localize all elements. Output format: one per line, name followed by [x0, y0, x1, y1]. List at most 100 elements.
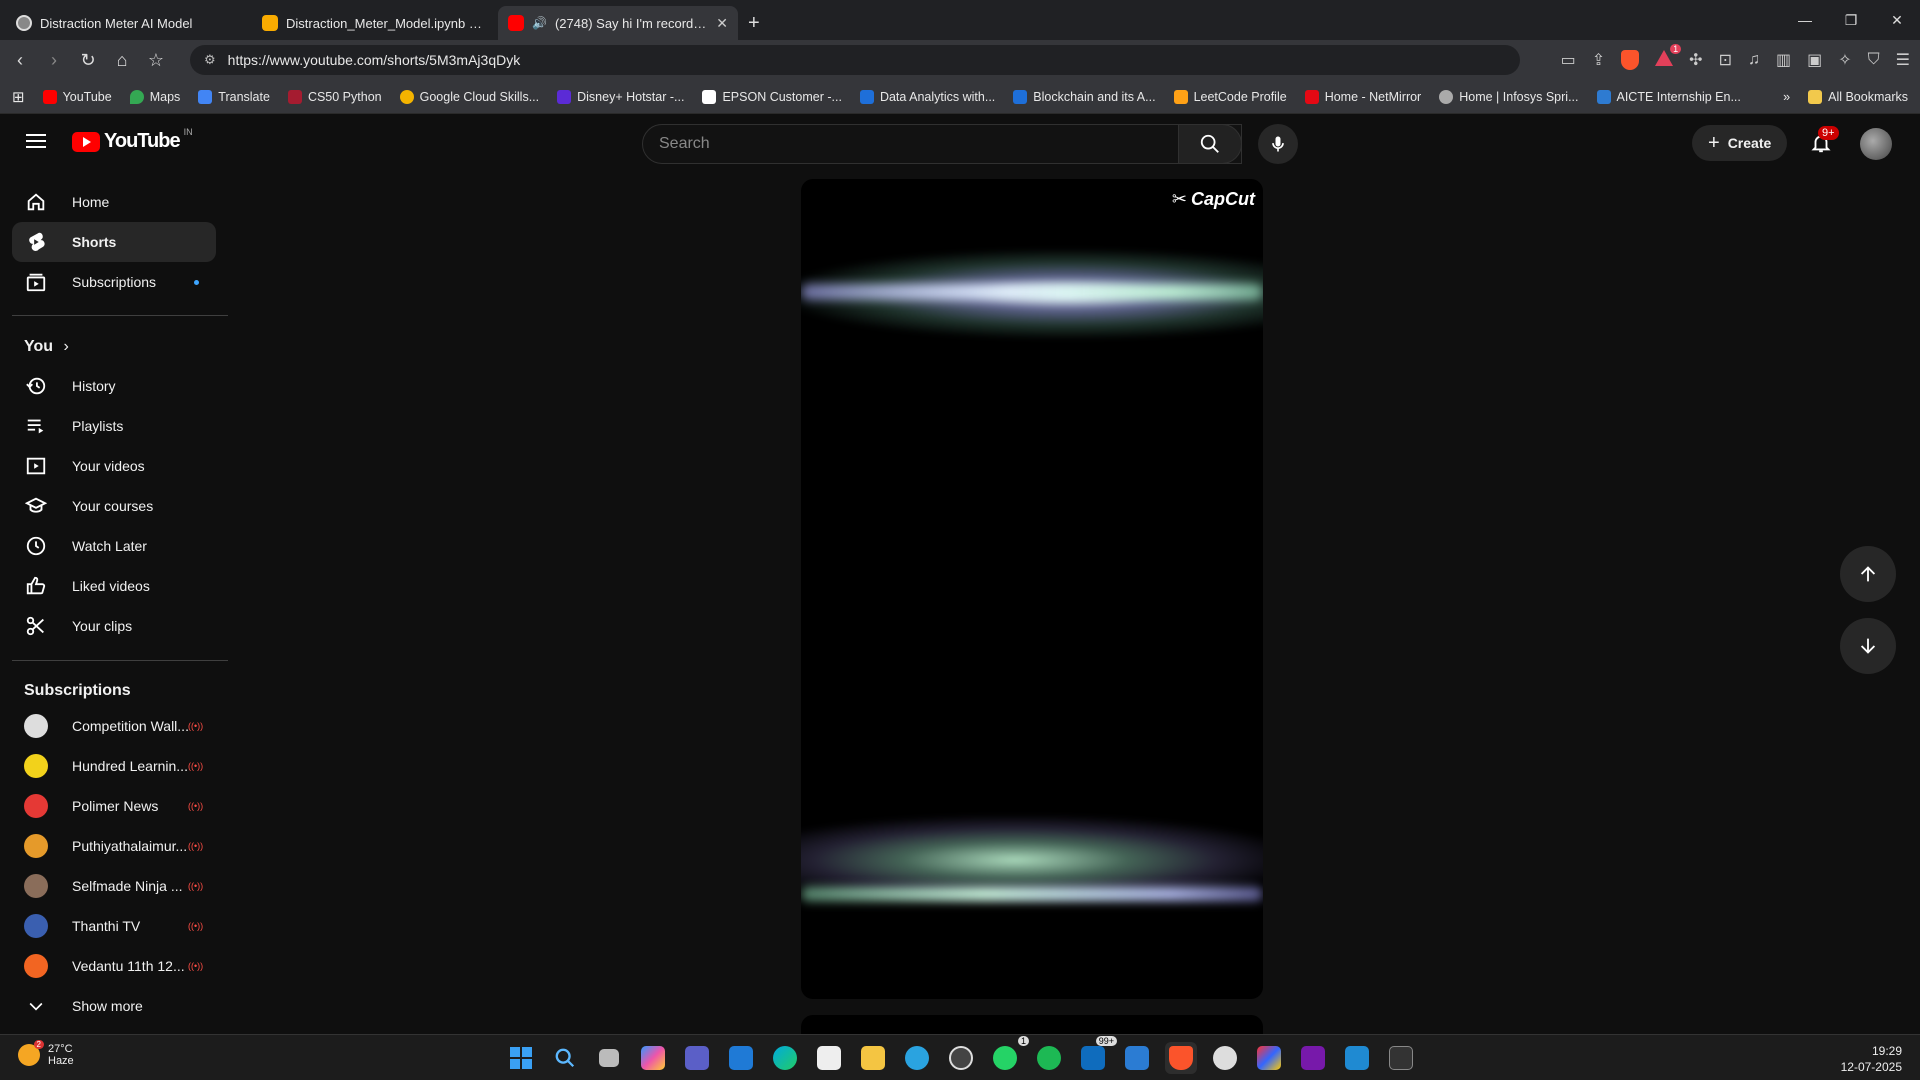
tab-colab[interactable]: Distraction_Meter_Model.ipynb - Col [252, 6, 492, 40]
share-icon[interactable]: ⇪ [1592, 50, 1605, 70]
microsoft-store[interactable] [813, 1042, 845, 1074]
bookmark-translate[interactable]: Translate [198, 89, 270, 104]
onenote[interactable] [1297, 1042, 1329, 1074]
forward-icon[interactable]: › [44, 50, 64, 71]
todo[interactable] [1121, 1042, 1153, 1074]
media-player[interactable] [945, 1042, 977, 1074]
sidebar-item-liked-videos[interactable]: Liked videos [12, 566, 216, 606]
speaker-icon[interactable]: 🔊 [532, 16, 547, 30]
all-bookmarks-button[interactable]: All Bookmarks [1808, 89, 1908, 104]
sidebar-item-your-clips[interactable]: Your clips [12, 606, 216, 646]
sidebar-item-subscriptions[interactable]: Subscriptions [12, 262, 216, 302]
search-button[interactable] [1178, 124, 1242, 164]
bookmark-youtube[interactable]: YouTube [42, 89, 112, 104]
new-tab-button[interactable]: + [748, 6, 760, 40]
clock-app[interactable] [1209, 1042, 1241, 1074]
wallet-icon[interactable]: ▣ [1807, 50, 1822, 70]
bookmark-netmirror[interactable]: Home - NetMirror [1304, 89, 1421, 104]
outlook[interactable]: 99+ [1077, 1036, 1117, 1074]
teams[interactable] [681, 1042, 713, 1074]
edge[interactable] [769, 1042, 801, 1074]
minimize-icon[interactable]: — [1782, 0, 1828, 40]
home-icon[interactable]: ⌂ [112, 50, 132, 71]
next-short-preview[interactable] [801, 1015, 1263, 1035]
subscription-channel[interactable]: Hundred Learnin... ((•)) [12, 746, 216, 786]
home-icon [24, 190, 48, 214]
close-tab-icon[interactable]: ✕ [716, 15, 728, 32]
terminal[interactable] [1385, 1042, 1417, 1074]
brave-browser[interactable] [1165, 1042, 1197, 1074]
subscription-channel[interactable]: Polimer News ((•)) [12, 786, 216, 826]
menu-icon[interactable]: ☰ [1896, 50, 1910, 70]
weather-widget[interactable]: 2 27°C Haze [18, 1040, 74, 1067]
screenshot-icon[interactable]: ⊡ [1719, 50, 1732, 70]
subscription-channel[interactable]: Competition Wall... ((•)) [12, 706, 216, 746]
system-clock[interactable]: 19:29 12-07-2025 [1841, 1043, 1902, 1075]
previous-short-button[interactable] [1840, 546, 1896, 602]
bookmark-maps[interactable]: Maps [129, 89, 180, 104]
extensions-icon[interactable]: ✣ [1689, 50, 1702, 70]
site-info-icon[interactable]: ⚙ [204, 52, 216, 68]
sidebar-item-playlists[interactable]: Playlists [12, 406, 216, 446]
vpn-icon[interactable]: ⛉ [1868, 51, 1880, 69]
sidebar-item-history[interactable]: History [12, 366, 216, 406]
sidebar-item-watch-later[interactable]: Watch Later [12, 526, 216, 566]
show-more-button[interactable]: Show more [12, 986, 216, 1026]
more-bookmarks-icon[interactable]: » [1783, 90, 1790, 104]
bookmark-hotstar[interactable]: Disney+ Hotstar -... [557, 89, 684, 104]
sidebar-item-home[interactable]: Home [12, 182, 216, 222]
youtube-logo[interactable]: YouTube IN [72, 127, 193, 153]
bookmark-leetcode[interactable]: LeetCode Profile [1173, 89, 1287, 104]
shorts-video-player[interactable]: ✂ CapCut [801, 179, 1263, 999]
subscription-channel[interactable]: Thanthi TV ((•)) [12, 906, 216, 946]
address-bar[interactable]: ⚙ https://www.youtube.com/shorts/5M3mAj3… [190, 45, 1520, 75]
taskbar-search[interactable] [549, 1042, 581, 1074]
subscription-channel[interactable]: Selfmade Ninja ... ((•)) [12, 866, 216, 906]
bookmark-icon[interactable]: ☆ [146, 50, 166, 71]
reload-icon[interactable]: ↻ [78, 50, 98, 71]
avatar[interactable] [1860, 128, 1892, 160]
bookmark-infosys[interactable]: Home | Infosys Spri... [1439, 89, 1579, 104]
media-icon[interactable]: ♫ [1748, 51, 1760, 69]
create-button[interactable]: + Create [1692, 125, 1788, 161]
copilot[interactable] [637, 1042, 669, 1074]
sidebar-toggle-icon[interactable]: ▥ [1776, 50, 1791, 70]
file-explorer[interactable] [857, 1042, 889, 1074]
back-icon[interactable]: ‹ [10, 50, 30, 71]
whatsapp[interactable]: 1 [989, 1036, 1029, 1074]
sidebar-item-your-courses[interactable]: Your courses [12, 486, 216, 526]
widgets[interactable] [725, 1042, 757, 1074]
sidebar-item-your-videos[interactable]: Your videos [12, 446, 216, 486]
tab-distraction-meter[interactable]: Distraction Meter AI Model [6, 6, 246, 40]
telegram[interactable] [901, 1042, 933, 1074]
bookmark-blockchain[interactable]: Blockchain and its A... [1013, 89, 1156, 104]
spotify[interactable] [1033, 1042, 1065, 1074]
sidebar-item-shorts[interactable]: Shorts [12, 222, 216, 262]
voice-search-button[interactable] [1258, 124, 1298, 164]
you-section-header[interactable]: You › [24, 338, 69, 356]
brave-shields-icon[interactable] [1621, 50, 1640, 70]
bookmark-google-cloud[interactable]: Google Cloud Skills... [399, 89, 539, 104]
close-window-icon[interactable]: ✕ [1874, 0, 1920, 40]
search-input[interactable]: Search [642, 124, 1242, 164]
taskbar-apps: 1 99+ [505, 1036, 1417, 1074]
next-short-button[interactable] [1840, 618, 1896, 674]
apps-grid-icon[interactable]: ⊞ [12, 88, 25, 106]
leo-ai-icon[interactable]: ✧ [1838, 50, 1851, 70]
brave-rewards[interactable]: 1 [1655, 43, 1682, 71]
task-view[interactable] [593, 1042, 625, 1074]
bookmark-aicte[interactable]: AICTE Internship En... [1596, 89, 1741, 104]
vscode[interactable] [1341, 1042, 1373, 1074]
bookmark-epson[interactable]: EPSON Customer -... [702, 89, 842, 104]
guide-menu-icon[interactable] [26, 134, 46, 148]
cast-icon[interactable]: ▭ [1561, 50, 1576, 70]
colab-icon [262, 15, 278, 31]
tab-youtube[interactable]: 🔊 (2748) Say hi I'm recording y... ✕ [498, 6, 738, 40]
arc-app[interactable] [1253, 1042, 1285, 1074]
restore-icon[interactable]: ❐ [1828, 0, 1874, 40]
bookmark-cs50[interactable]: CS50 Python [287, 89, 382, 104]
subscription-channel[interactable]: Vedantu 11th 12... ((•)) [12, 946, 216, 986]
bookmark-data-analytics[interactable]: Data Analytics with... [859, 89, 995, 104]
start-button[interactable] [505, 1042, 537, 1074]
subscription-channel[interactable]: Puthiyathalaimur... ((•)) [12, 826, 216, 866]
